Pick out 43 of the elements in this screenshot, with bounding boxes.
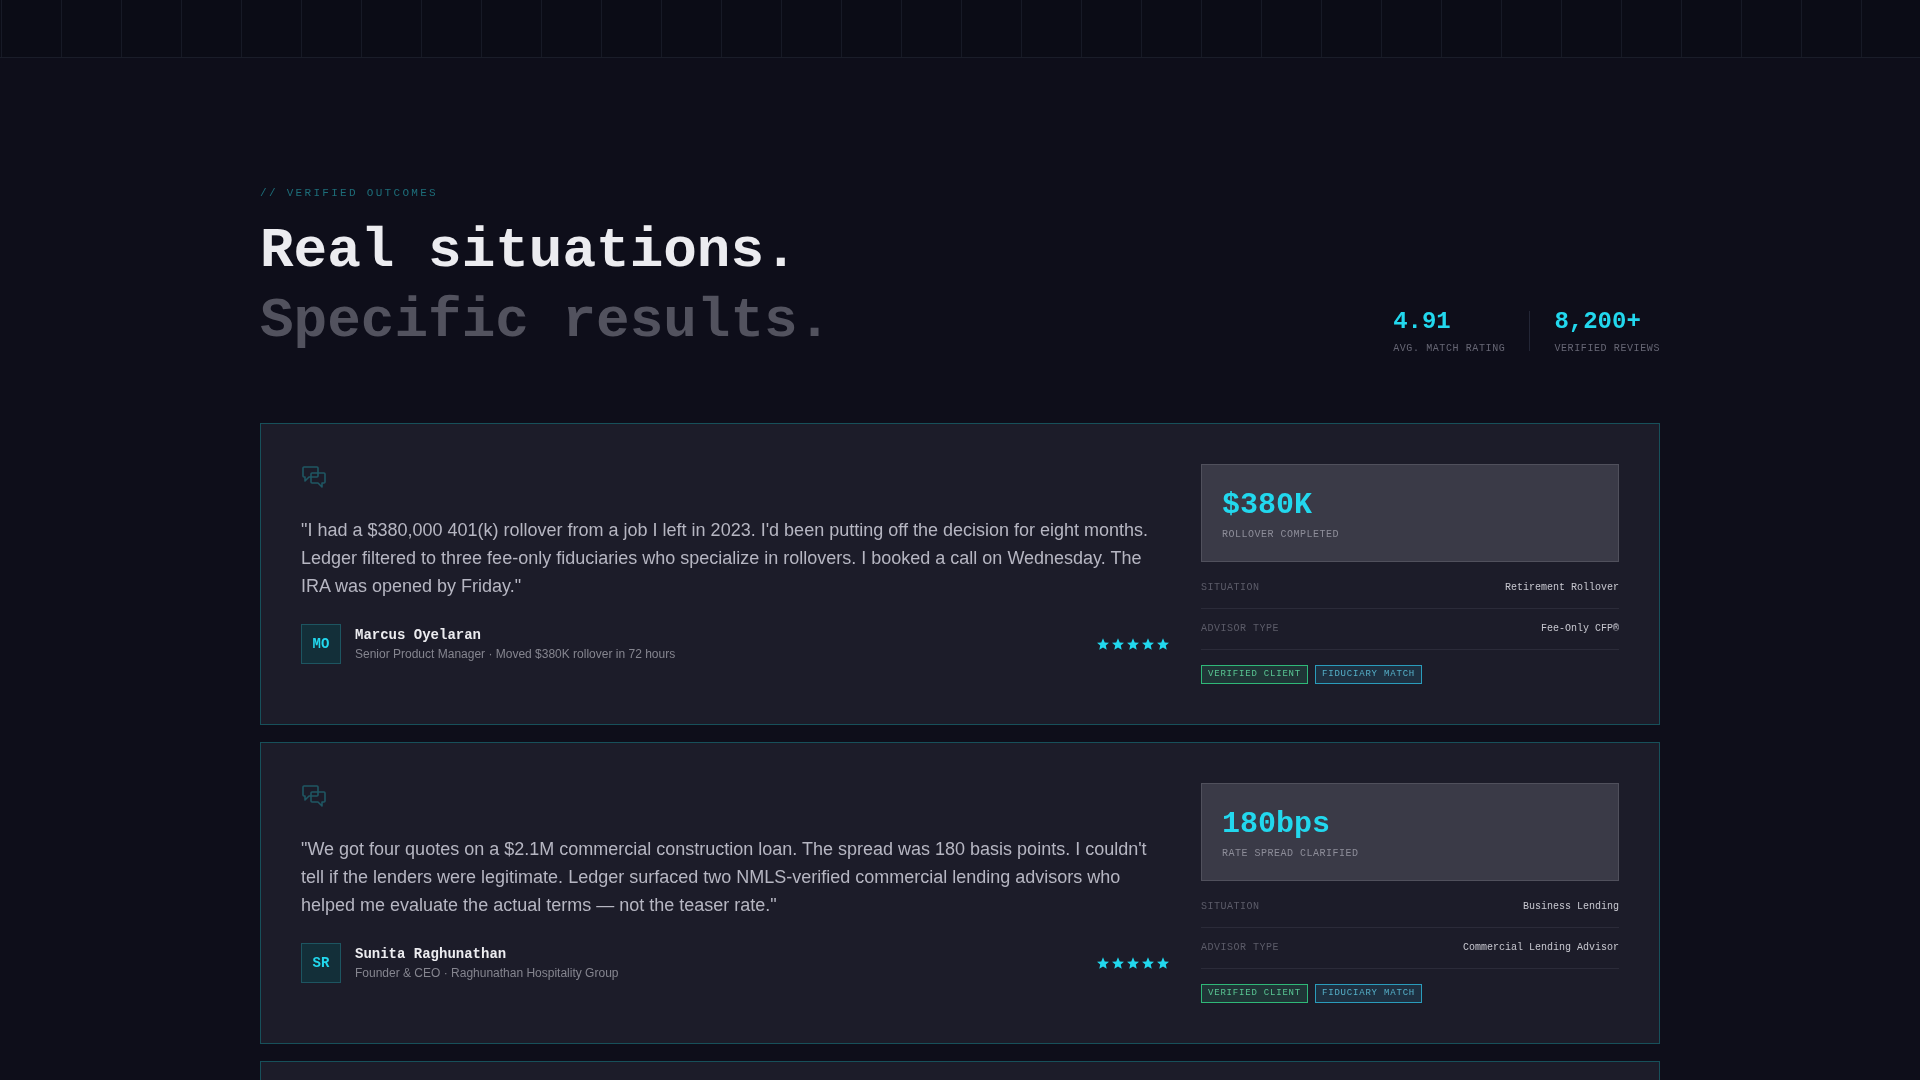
author-name: Marcus Oyelaran [355,626,482,644]
star-icon [1097,638,1109,650]
metric-value: 180bps [1222,806,1331,842]
detail-label: ADVISOR TYPE [1201,622,1279,636]
status-tag: FIDUCIARY MATCH [1315,984,1423,1003]
star-icon [1157,638,1169,650]
detail-label: SITUATION [1201,581,1260,595]
detail-value: Retirement Rollover [1504,581,1619,595]
chat-bubbles-icon [301,465,327,489]
testimonial-quote: "We got four quotes on a $2.1M commercial construction loan. The spread was 180 basis points. I couldn't tell if the lenders were legitimate. Ledger surfaced two NMLS-verified commercial lending advisors who helped me evaluate the actual terms — not the teaser rate." [301,838,1148,917]
stat-value: 4.91 [1393,307,1451,337]
headline: Real situations. [260,218,798,285]
detail-value: Fee-Only CFP® [1541,622,1619,636]
metric-label: ROLLOVER COMPLETED [1222,529,1340,541]
status-tag: VERIFIED CLIENT [1201,984,1308,1003]
author-detail: Senior Product Manager · Moved $380K rollover in 72 hours [355,646,676,662]
star-icon [1097,957,1109,969]
detail-value: Commercial Lending Advisor [1462,941,1619,955]
author-initials-avatar: MO [301,624,341,664]
chat-bubbles-icon [301,784,327,808]
star-icon [1142,638,1154,650]
subheadline: Specific results. [260,288,832,355]
status-tag: VERIFIED CLIENT [1201,665,1308,684]
testimonial-quote: "I had a $380,000 401(k) rollover from a job I left in 2023. I'd been putting off the decision for eight months. Ledger filtered to three fee-only fiduciaries who specialize in rollovers. I booked a call on Wednesday. The IRA was opened by Friday." [301,519,1150,598]
author-name: Sunita Raghunathan [355,945,507,963]
metric-label: RATE SPREAD CLARIFIED [1222,848,1359,860]
star-icon [1142,957,1154,969]
section-eyebrow: // VERIFIED OUTCOMES [260,186,439,200]
detail-value: Business Lending [1523,900,1619,914]
metric-value: $380K [1222,487,1312,523]
detail-label: SITUATION [1201,900,1260,914]
stat-label: VERIFIED REVIEWS [1554,343,1660,355]
star-icon [1127,638,1139,650]
star-icon [1157,957,1169,969]
author-detail: Founder & CEO · Raghunathan Hospitality Group [355,965,619,981]
star-icon [1127,957,1139,969]
stat-value: 8,200+ [1554,307,1641,337]
stat-label: AVG. MATCH RATING [1393,343,1506,355]
detail-label: ADVISOR TYPE [1201,941,1279,955]
author-initials-avatar: SR [301,943,341,983]
star-icon [1112,957,1124,969]
star-icon [1112,638,1124,650]
status-tag: FIDUCIARY MATCH [1315,665,1423,684]
